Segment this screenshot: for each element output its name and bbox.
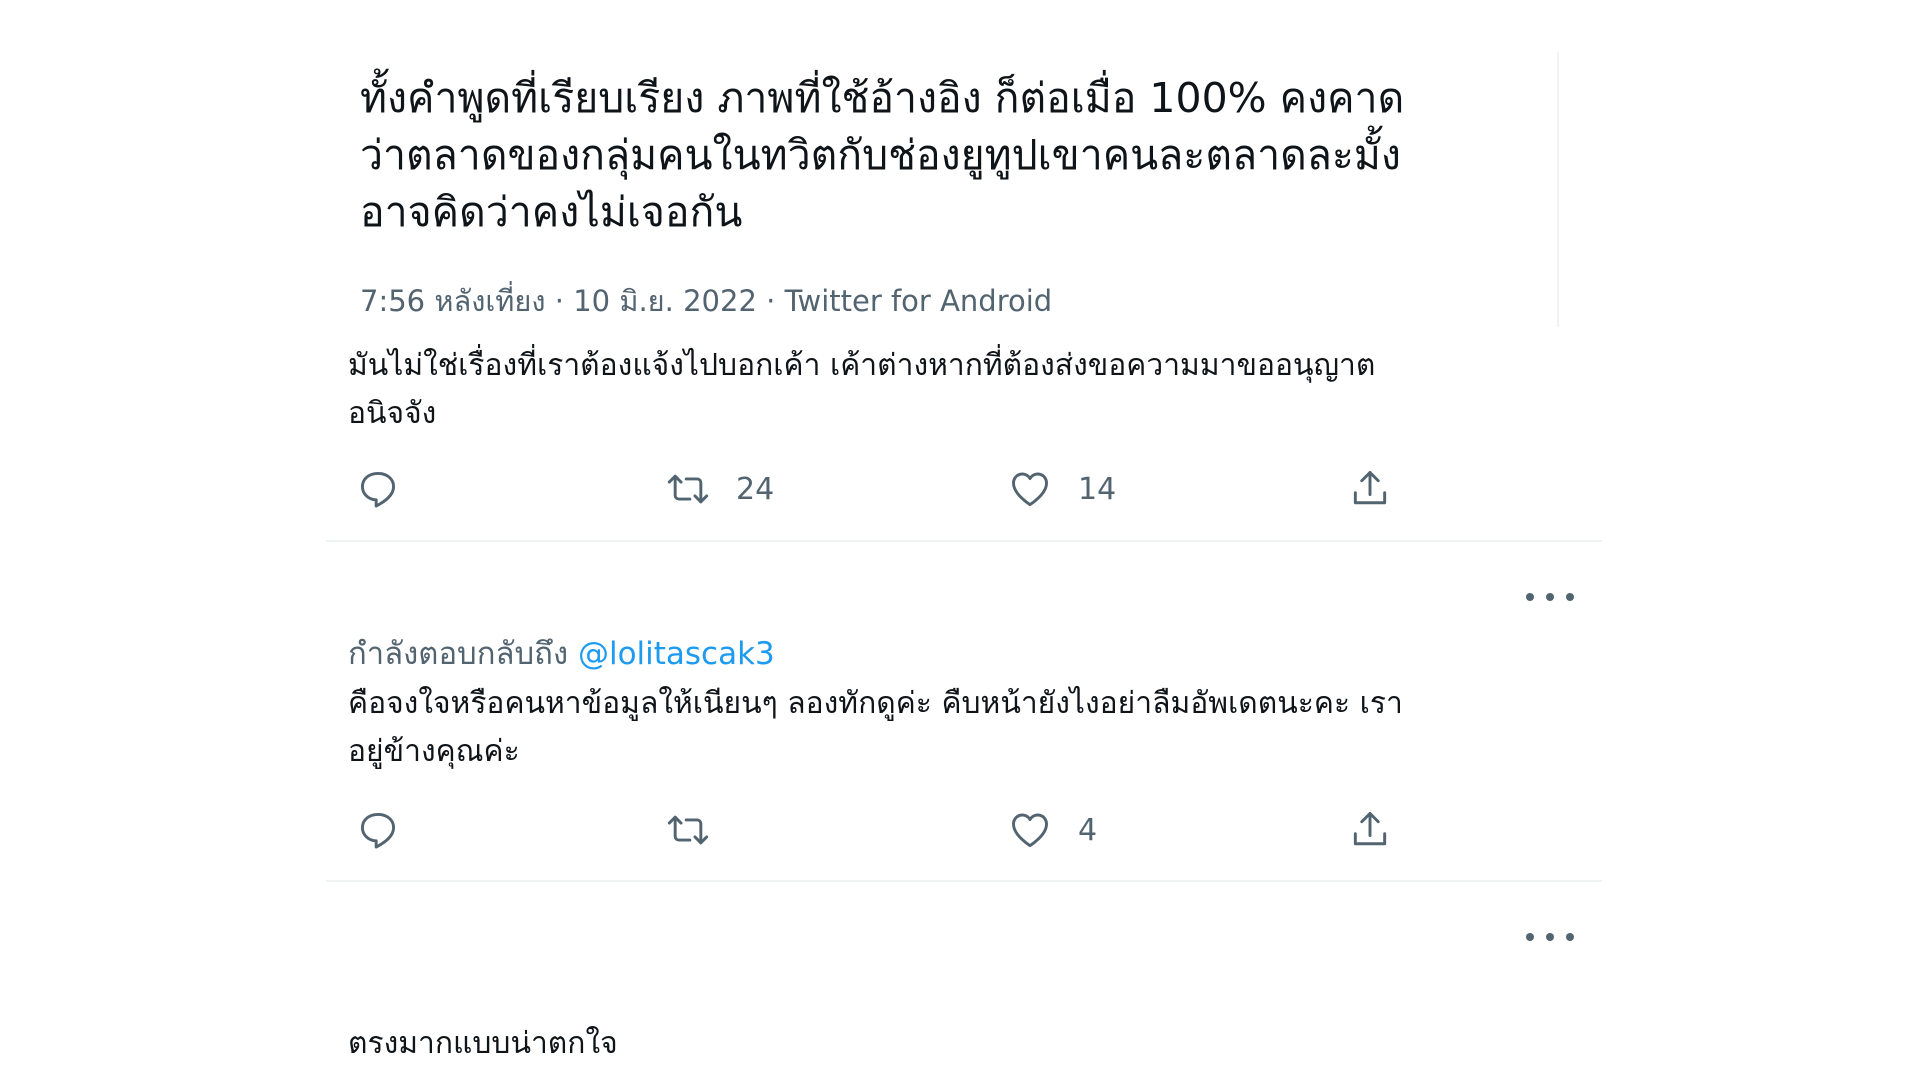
reply-line: ตรงมากแบบน่าตกใจ (348, 1026, 618, 1061)
more-icon-dot (1546, 593, 1554, 601)
main-tweet-line: ว่าตลาดของกลุ่มคนในทวิตกับช่องยูทูปเขาคน… (360, 131, 1401, 179)
replying-handle-link[interactable]: @lolitascak3 (578, 636, 775, 672)
more-icon (1526, 593, 1534, 601)
divider (326, 540, 1602, 542)
more-icon-dot (1566, 933, 1574, 941)
reply-line: อยู่ข้างคุณค่ะ (348, 734, 520, 769)
like-count: 4 (1078, 812, 1098, 848)
like-button[interactable]: 4 (1008, 805, 1097, 855)
reply-1-text: มันไม่ใช่เรื่องที่เราต้องแจ้งไปบอกเค้า เ… (348, 342, 1588, 438)
reply-line: คือจงใจหรือคนหาข้อมูลให้เนียนๆ ลองทักดูค… (348, 686, 1403, 721)
tweet-column: ทั้งคำพูดที่เรียบเรียง ภาพที่ใช้อ้างอิง … (326, 0, 1602, 1080)
main-tweet-text: ทั้งคำพูดที่เรียบเรียง ภาพที่ใช้อ้างอิง … (360, 70, 1560, 241)
reply-button[interactable] (356, 464, 400, 514)
reply-icon (360, 471, 396, 508)
main-tweet-line: ทั้งคำพูดที่เรียบเรียง ภาพที่ใช้อ้างอิง … (360, 74, 1405, 122)
retweet-icon (667, 815, 709, 845)
reply-1-actions: 24 14 (348, 464, 1508, 514)
more-icon (1526, 933, 1534, 941)
replying-to: กำลังตอบกลับถึง @lolitascak3 (348, 628, 775, 678)
reply-line: อนิจจัง (348, 396, 437, 431)
more-button[interactable] (1526, 585, 1574, 609)
heart-icon (1012, 472, 1048, 507)
retweet-button[interactable]: 24 (666, 464, 774, 514)
tweet-timestamp[interactable]: 7:56 หลังเที่ยง · 10 มิ.ย. 2022 · Twitte… (360, 278, 1052, 324)
divider (326, 880, 1602, 882)
retweet-count: 24 (736, 471, 775, 507)
page: ทั้งคำพูดที่เรียบเรียง ภาพที่ใช้อ้างอิง … (0, 0, 1920, 1080)
divider-vertical (1557, 52, 1559, 327)
main-tweet-line: อาจคิดว่าคงไม่เจอกัน (360, 188, 743, 236)
share-icon (1353, 471, 1387, 505)
reply-button[interactable] (356, 805, 400, 855)
like-count: 14 (1078, 471, 1117, 507)
reply-3-text: ตรงมากแบบน่าตกใจ (348, 1020, 1588, 1068)
share-button[interactable] (1348, 464, 1392, 514)
heart-icon (1012, 813, 1048, 848)
retweet-button[interactable] (666, 805, 736, 855)
share-icon (1353, 812, 1387, 846)
more-icon-dot (1566, 593, 1574, 601)
retweet-icon (667, 474, 709, 504)
like-button[interactable]: 14 (1008, 464, 1116, 514)
reply-line: มันไม่ใช่เรื่องที่เราต้องแจ้งไปบอกเค้า เ… (348, 348, 1376, 383)
share-button[interactable] (1348, 805, 1392, 855)
more-icon-dot (1546, 933, 1554, 941)
reply-2-text: คือจงใจหรือคนหาข้อมูลให้เนียนๆ ลองทักดูค… (348, 680, 1588, 776)
more-button[interactable] (1526, 925, 1574, 949)
replying-prefix: กำลังตอบกลับถึง (348, 636, 569, 672)
reply-icon (360, 812, 396, 849)
reply-2-actions: 4 (348, 805, 1508, 855)
